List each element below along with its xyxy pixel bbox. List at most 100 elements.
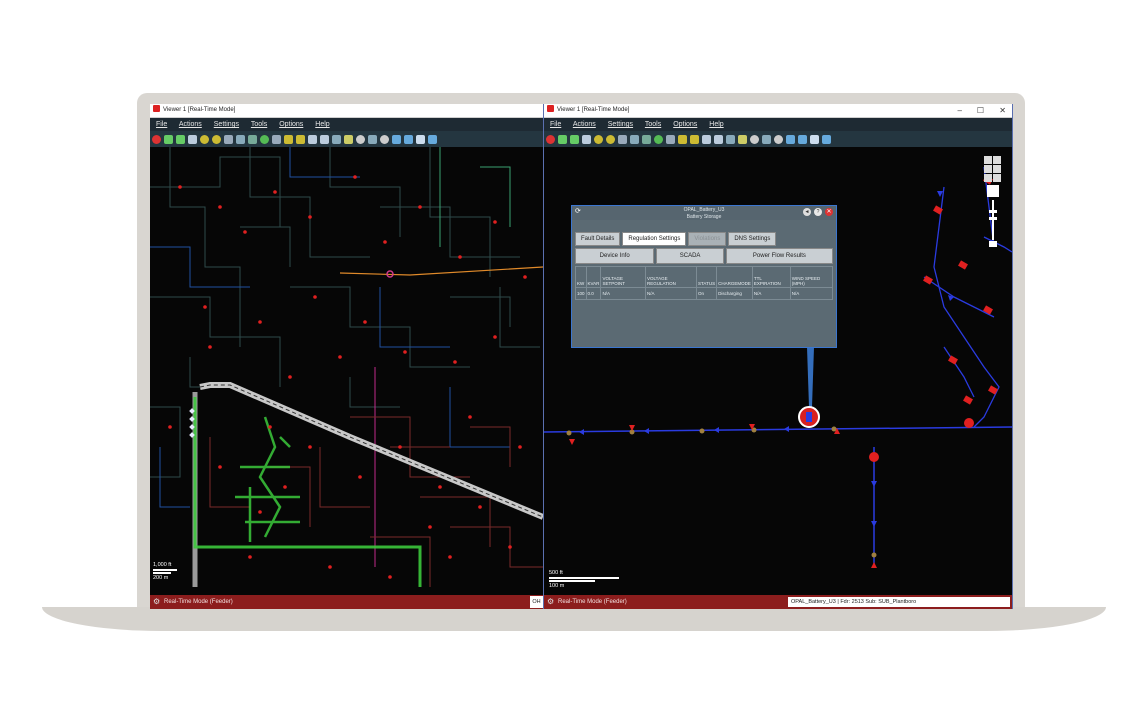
- stop-icon[interactable]: [152, 134, 161, 144]
- cell-wind-speed: N/A: [789, 287, 834, 300]
- tab-fault-details[interactable]: Fault Details: [575, 232, 621, 246]
- report-icon[interactable]: [786, 134, 795, 144]
- right-scale-bar: 500 ft 100 m: [549, 570, 619, 589]
- refresh-icon[interactable]: [332, 134, 341, 144]
- menu-tools[interactable]: Tools: [645, 121, 661, 128]
- back-arrow-icon[interactable]: [164, 134, 173, 144]
- device-info-button[interactable]: Device Info: [575, 248, 655, 264]
- menu-options[interactable]: Options: [673, 121, 697, 128]
- connect-icon[interactable]: [236, 134, 245, 144]
- extent-icon[interactable]: [678, 134, 687, 144]
- extent-2-icon[interactable]: [296, 134, 305, 144]
- tab-regulation-settings[interactable]: Regulation Settings: [622, 232, 687, 246]
- left-title-bar: Viewer 1 [Real-Time Mode]: [150, 104, 543, 118]
- refresh-icon[interactable]: [726, 134, 735, 144]
- hide-icon[interactable]: [666, 134, 675, 144]
- chart-icon[interactable]: [738, 134, 747, 144]
- search-icon[interactable]: [582, 134, 591, 144]
- menu-help[interactable]: Help: [709, 121, 723, 128]
- gear-icon[interactable]: [750, 134, 759, 144]
- tower-icon[interactable]: [798, 134, 807, 144]
- refresh-icon[interactable]: ⟳: [575, 208, 581, 215]
- speaker-icon[interactable]: ◄: [803, 208, 811, 216]
- maximize-button[interactable]: ☐: [977, 104, 984, 117]
- zoom-out-icon[interactable]: [212, 134, 221, 144]
- menu-file[interactable]: File: [550, 121, 561, 128]
- tab-dns-settings[interactable]: DNS Settings: [728, 232, 777, 246]
- menu-settings[interactable]: Settings: [608, 121, 633, 128]
- popup-header: ⟳ OPAL_Battery_U3 Battery Storage ◄ ? ✕: [572, 206, 836, 220]
- cell-voltage-setpoint: N/A: [600, 287, 646, 300]
- hide-icon[interactable]: [272, 134, 281, 144]
- right-title-bar: Viewer 1 [Real-Time Mode] – ☐ ✕: [544, 104, 1012, 118]
- connect-icon[interactable]: [630, 134, 639, 144]
- popup-subtitle: Battery Storage: [686, 214, 722, 220]
- status-gear-icon[interactable]: ⚙: [547, 595, 554, 609]
- minimize-button[interactable]: –: [958, 104, 962, 117]
- settings-icon[interactable]: [774, 134, 783, 144]
- power-flow-results-button[interactable]: Power Flow Results: [725, 248, 833, 264]
- layers-icon[interactable]: [368, 134, 377, 144]
- extent-2-icon[interactable]: [690, 134, 699, 144]
- network-icon[interactable]: [642, 134, 651, 144]
- magnify-icon[interactable]: [702, 134, 711, 144]
- left-scale-line: [153, 569, 177, 571]
- comment-icon[interactable]: [428, 134, 437, 144]
- back-arrow-icon[interactable]: [558, 134, 567, 144]
- forward-arrow-icon[interactable]: [570, 134, 579, 144]
- home-icon[interactable]: [416, 134, 425, 144]
- tower-icon[interactable]: [404, 134, 413, 144]
- left-status-text: Real-Time Mode (Feeder): [164, 599, 233, 605]
- magnify-2-icon[interactable]: [320, 134, 329, 144]
- layers-icon[interactable]: [762, 134, 771, 144]
- gear-icon[interactable]: [356, 134, 365, 144]
- magnify-icon[interactable]: [308, 134, 317, 144]
- col-voltage-regulation: VOLTAGE REGULATION: [645, 266, 697, 288]
- left-scale-top-label: 1,000 ft: [153, 562, 172, 568]
- extent-icon[interactable]: [284, 134, 293, 144]
- menu-file[interactable]: File: [156, 121, 167, 128]
- left-window-title: Viewer 1 [Real-Time Mode]: [163, 107, 236, 113]
- chart-icon[interactable]: [344, 134, 353, 144]
- menu-settings[interactable]: Settings: [214, 121, 239, 128]
- map-navigation-control[interactable]: [983, 155, 1003, 250]
- magnify-2-icon[interactable]: [714, 134, 723, 144]
- home-icon[interactable]: [810, 134, 819, 144]
- col-ttl-expiration: TTL EXPIRATION: [751, 266, 791, 288]
- scada-button[interactable]: SCADA: [656, 248, 724, 264]
- comment-icon[interactable]: [822, 134, 831, 144]
- search-icon[interactable]: [188, 134, 197, 144]
- menu-actions[interactable]: Actions: [573, 121, 596, 128]
- col-kw: KW: [575, 266, 587, 288]
- network-icon[interactable]: [248, 134, 257, 144]
- close-button[interactable]: ✕: [999, 104, 1006, 117]
- camera-icon[interactable]: [224, 134, 233, 144]
- globe-icon[interactable]: [654, 134, 663, 144]
- app-icon: [547, 104, 554, 112]
- zoom-out-icon[interactable]: [606, 134, 615, 144]
- settings-icon[interactable]: [380, 134, 389, 144]
- selected-device-field[interactable]: OPAL_Battery_U3 | Fdr: 2513 Sub: SUB_Pla…: [788, 597, 1010, 607]
- report-icon[interactable]: [392, 134, 401, 144]
- menu-actions[interactable]: Actions: [179, 121, 202, 128]
- popup-subtabs: Device Info SCADA Power Flow Results: [575, 248, 833, 264]
- status-gear-icon[interactable]: ⚙: [153, 595, 160, 609]
- zoom-in-icon[interactable]: [594, 134, 603, 144]
- menu-tools[interactable]: Tools: [251, 121, 267, 128]
- menu-options[interactable]: Options: [279, 121, 303, 128]
- right-scale-line: [549, 577, 619, 579]
- col-wind-speed: WIND SPEED (MPH): [789, 266, 834, 288]
- globe-icon[interactable]: [260, 134, 269, 144]
- close-icon[interactable]: ✕: [825, 208, 833, 216]
- cell-kvar: 0.0: [585, 287, 602, 300]
- camera-icon[interactable]: [618, 134, 627, 144]
- stop-icon[interactable]: [546, 134, 555, 144]
- left-toolbar: [150, 131, 543, 148]
- col-kvar: KVAR: [585, 266, 602, 288]
- help-icon[interactable]: ?: [814, 208, 822, 216]
- zoom-in-icon[interactable]: [200, 134, 209, 144]
- forward-arrow-icon[interactable]: [176, 134, 185, 144]
- menu-help[interactable]: Help: [315, 121, 329, 128]
- left-map-canvas[interactable]: [150, 147, 543, 595]
- left-feeder-map[interactable]: 1,000 ft 200 m: [150, 147, 543, 595]
